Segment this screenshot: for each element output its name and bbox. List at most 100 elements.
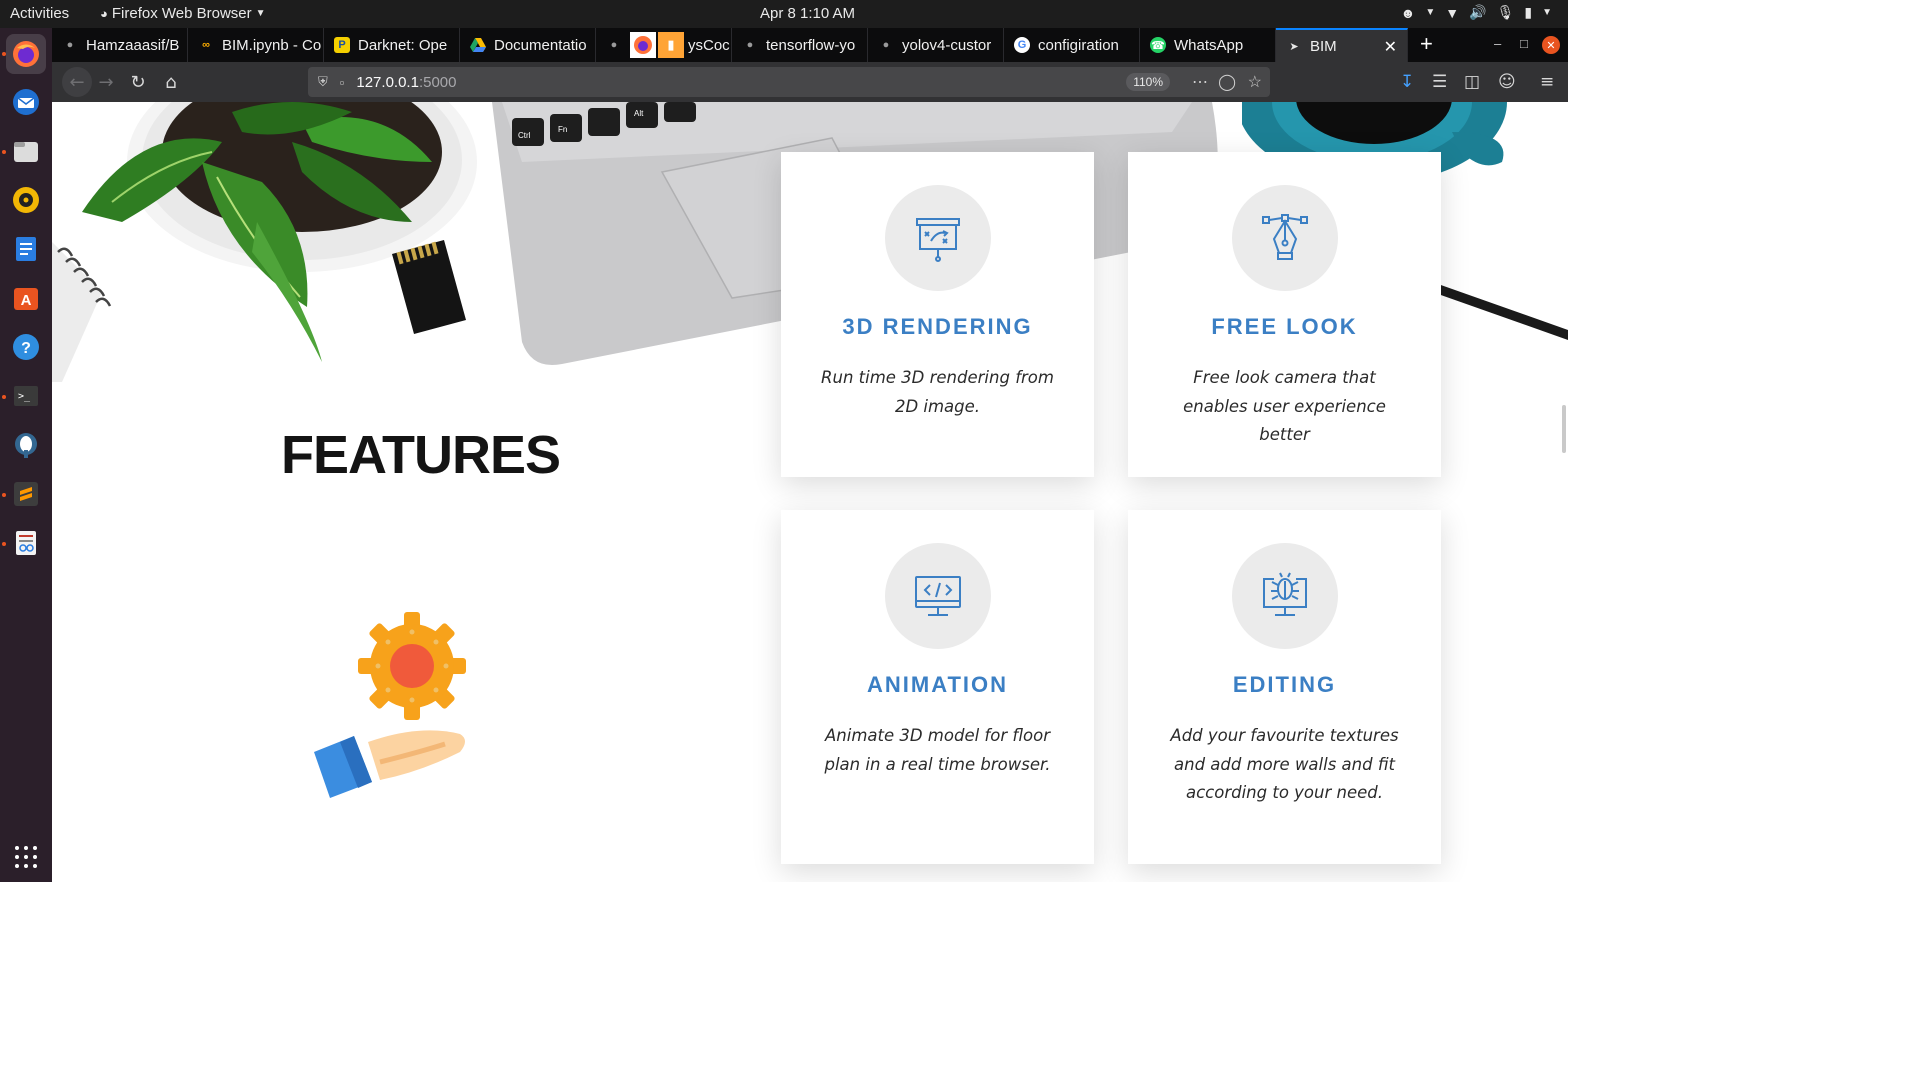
feature-card-editing: EDITING Add your favourite textures and … xyxy=(1128,510,1441,864)
menu-hamburger-icon[interactable]: ≡ xyxy=(1540,72,1554,92)
web-page: Ctrl Fn Alt FEATURES 3D RENDERING Run ti… xyxy=(52,102,1568,882)
github-icon: ● xyxy=(882,39,890,51)
tab-configiration[interactable]: G configiration xyxy=(1004,28,1140,62)
svg-text:A: A xyxy=(21,292,32,309)
sidebar-icon[interactable]: ◫ xyxy=(1464,72,1480,92)
github-icon: ● xyxy=(610,39,618,51)
github-icon: ● xyxy=(746,39,754,51)
new-tab-icon[interactable]: + xyxy=(1420,31,1433,57)
chevron-down-icon: ▼ xyxy=(1425,7,1436,18)
postgres-icon[interactable] xyxy=(6,425,46,465)
document-viewer-icon[interactable] xyxy=(6,523,46,563)
url-host: 127.0.0.1 xyxy=(356,73,419,91)
feature-card-3d-rendering: 3D RENDERING Run time 3D rendering from … xyxy=(781,152,1094,477)
tab-tensorflow-yolo[interactable]: ● tensorflow-yo xyxy=(732,28,868,62)
notebook-image xyxy=(52,242,112,382)
page-info-icon[interactable]: ▫ xyxy=(340,75,345,90)
clock[interactable]: Apr 8 1:10 AM xyxy=(760,5,855,22)
shield-icon[interactable]: ⛨ xyxy=(318,74,328,90)
system-tray[interactable]: ☻ ▼ ▼ 🔊 🎙 ▮ ▼ xyxy=(1401,4,1552,21)
presentation-board-icon xyxy=(916,218,960,262)
gnome-top-bar: Activities ◕ Firefox Web Browser ▼ Apr 8… xyxy=(0,0,1568,28)
bug-monitor-icon xyxy=(1263,572,1307,616)
tab-bim-ipynb[interactable]: ∞ BIM.ipynb - Co xyxy=(188,28,324,62)
page-icon: ➤ xyxy=(1289,40,1299,53)
terminal-icon[interactable]: >_ xyxy=(6,376,46,416)
thunderbird-icon[interactable] xyxy=(6,82,46,122)
url-bar[interactable]: ⛨ ▫ 127.0.0.1:5000 110% ⋯ ◯ ☆ xyxy=(308,67,1270,97)
volume-icon[interactable]: 🔊 xyxy=(1469,4,1486,21)
whatsapp-icon: ☎ xyxy=(1150,37,1166,53)
drive-icon xyxy=(470,37,486,53)
pen-image xyxy=(1438,284,1568,340)
home-icon[interactable]: ⌂ xyxy=(159,70,183,94)
close-window-icon[interactable]: ✕ xyxy=(1542,36,1560,54)
account-icon[interactable]: ☺ xyxy=(1498,72,1516,92)
firefox-overlay-icon xyxy=(630,32,656,58)
wifi-icon[interactable]: ▼ xyxy=(1445,5,1459,21)
feature-card-animation: ANIMATION Animate 3D model for floor pla… xyxy=(781,510,1094,864)
page-actions-icon[interactable]: ⋯ xyxy=(1192,72,1208,92)
writer-icon[interactable] xyxy=(6,229,46,269)
svg-text:Alt: Alt xyxy=(634,109,644,118)
feature-description: Animate 3D model for floor plan in a rea… xyxy=(824,726,1051,774)
back-icon[interactable]: ← xyxy=(62,67,92,97)
feature-description: Run time 3D rendering from 2D image. xyxy=(821,368,1054,416)
tab-yscoc[interactable]: ● ▮ ysCoc xyxy=(596,28,732,62)
zoom-level-button[interactable]: 110% xyxy=(1126,73,1170,91)
app-menu[interactable]: ◕ Firefox Web Browser ▼ xyxy=(100,5,266,22)
tab-whatsapp[interactable]: ☎ WhatsApp xyxy=(1140,28,1276,62)
bookmark-star-icon[interactable]: ☆ xyxy=(1248,72,1262,92)
microphone-sharing-icon: ▮ xyxy=(658,32,684,58)
tab-strip: ● Hamzaaasif/B ∞ BIM.ipynb - Co P Darkne… xyxy=(52,28,1568,62)
sd-card-image xyxy=(392,240,466,334)
url-port: :5000 xyxy=(418,73,457,91)
tab-yolov4-custom[interactable]: ● yolov4-custor xyxy=(868,28,1004,62)
rhythmbox-icon[interactable] xyxy=(6,180,46,220)
svg-text:>_: >_ xyxy=(18,391,31,402)
microphone-icon[interactable]: 🎙 xyxy=(1497,4,1515,21)
forward-icon[interactable]: → xyxy=(94,70,118,94)
svg-text:Ctrl: Ctrl xyxy=(518,131,531,140)
page-scrollbar[interactable] xyxy=(1562,405,1566,453)
firefox-small-icon: ◕ xyxy=(100,6,108,21)
chevron-down-icon: ▼ xyxy=(1542,7,1552,18)
feature-title: 3D RENDERING xyxy=(842,314,1033,339)
colab-icon: ∞ xyxy=(202,39,210,51)
show-applications-icon[interactable] xyxy=(15,846,37,868)
vector-pen-icon xyxy=(1262,214,1308,260)
software-icon[interactable]: A xyxy=(6,278,46,318)
tab-hamzaaasif[interactable]: ● Hamzaaasif/B xyxy=(52,28,188,62)
google-icon: G xyxy=(1014,37,1030,53)
close-tab-icon[interactable]: ✕ xyxy=(1384,37,1397,57)
pjreddie-icon: P xyxy=(334,37,350,53)
navigation-bar: ← → ↻ ⌂ ⛨ ▫ 127.0.0.1:5000 110% ⋯ ◯ ☆ ↧ … xyxy=(52,62,1568,102)
tab-bim-active[interactable]: ➤ BIM ✕ xyxy=(1276,28,1408,62)
accessibility-icon[interactable]: ☻ xyxy=(1401,5,1416,21)
github-icon: ● xyxy=(66,39,74,51)
minimize-icon[interactable]: – xyxy=(1494,36,1501,51)
svg-text:?: ? xyxy=(21,340,31,357)
icon-circle xyxy=(885,185,991,291)
icon-circle xyxy=(1232,543,1338,649)
feature-title: FREE LOOK xyxy=(1211,314,1358,339)
help-icon[interactable]: ? xyxy=(6,327,46,367)
tab-documentation[interactable]: Documentatio xyxy=(460,28,596,62)
svg-text:Fn: Fn xyxy=(558,125,567,134)
code-monitor-icon xyxy=(915,576,961,616)
restore-icon[interactable]: □ xyxy=(1520,36,1528,51)
feature-card-free-look: FREE LOOK Free look camera that enables … xyxy=(1128,152,1441,477)
icon-circle xyxy=(885,543,991,649)
reload-icon[interactable]: ↻ xyxy=(126,70,150,94)
sublime-icon[interactable] xyxy=(6,474,46,514)
feature-title: ANIMATION xyxy=(866,672,1009,697)
tab-darknet[interactable]: P Darknet: Ope xyxy=(324,28,460,62)
downloads-icon[interactable]: ↧ xyxy=(1400,72,1414,92)
library-icon[interactable]: ☰ xyxy=(1432,72,1447,92)
activities-button[interactable]: Activities xyxy=(10,5,69,22)
files-icon[interactable] xyxy=(6,131,46,171)
gear-hand-illustration xyxy=(314,612,466,798)
firefox-icon[interactable] xyxy=(6,34,46,74)
pocket-icon[interactable]: ◯ xyxy=(1218,72,1236,92)
battery-icon[interactable]: ▮ xyxy=(1524,4,1532,21)
